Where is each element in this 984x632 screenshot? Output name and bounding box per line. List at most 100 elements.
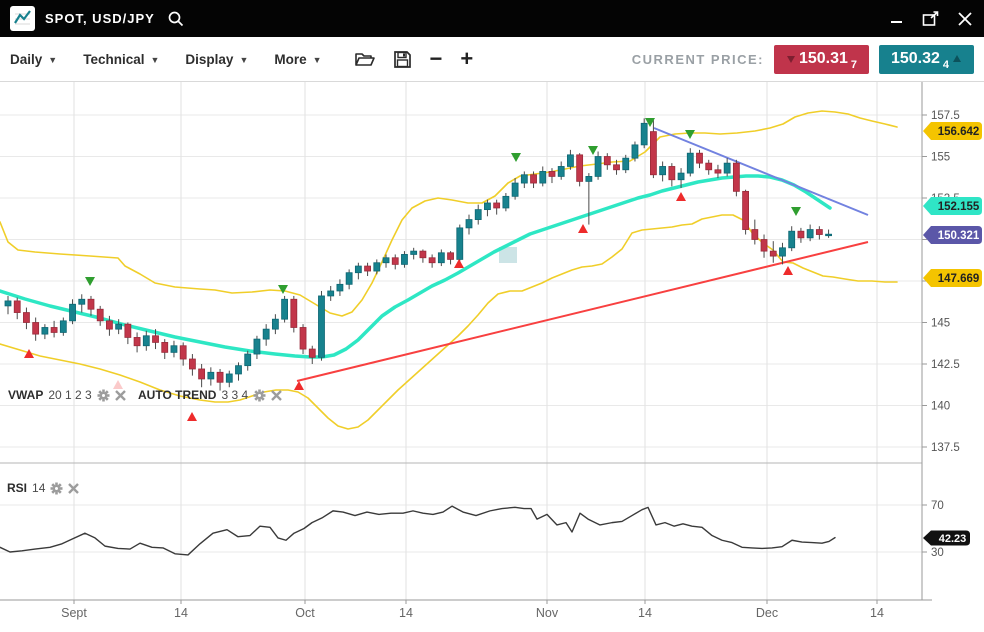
candle-body (134, 337, 140, 345)
candle-body (143, 336, 149, 346)
axis-label: 30 (931, 547, 944, 559)
price-chart-canvas[interactable]: 157.5155152.5150147.5145142.5140137.5703… (0, 82, 984, 627)
candle-body (826, 234, 832, 236)
axis-label: Sept (61, 606, 87, 620)
candle-body (309, 349, 315, 357)
window-title: SPOT, USD/JPY (45, 11, 155, 26)
search-icon[interactable] (167, 10, 185, 28)
candle-body (153, 336, 159, 343)
candle-body (199, 369, 205, 379)
menu-technical[interactable]: Technical ▼ (83, 52, 159, 67)
axis-label: 155 (931, 152, 950, 164)
candle-body (162, 342, 168, 352)
candle-body (549, 171, 555, 176)
candle-body (245, 354, 251, 366)
candle-body (669, 166, 675, 179)
candle-body (14, 301, 20, 313)
candle-body (789, 231, 795, 248)
vwap-settings-gear-icon[interactable] (97, 389, 110, 402)
candle-body (650, 132, 656, 175)
axis-label: 150.321 (938, 230, 980, 242)
minimize-button[interactable] (888, 10, 906, 28)
zoom-out-button[interactable]: − (430, 48, 443, 70)
axis-label: Nov (536, 606, 559, 620)
candle-body (337, 284, 343, 291)
candle-body (106, 321, 112, 329)
popout-button[interactable] (922, 10, 940, 28)
axis-label: Oct (295, 606, 315, 620)
chevron-down-icon: ▼ (48, 53, 57, 65)
candle-body (586, 176, 592, 181)
candle-body (678, 173, 684, 180)
close-button[interactable] (956, 10, 974, 28)
candle-body (346, 273, 352, 285)
candle-body (567, 155, 573, 167)
rsi-remove-icon[interactable] (68, 483, 79, 494)
candle-body (420, 251, 426, 258)
candle-body (743, 191, 749, 229)
menu-display[interactable]: Display ▼ (185, 52, 248, 67)
arrow-down-icon (786, 54, 796, 64)
axis-label: 142.5 (931, 359, 960, 371)
candle-body (33, 323, 39, 335)
candle-body (457, 228, 463, 260)
candle-body (282, 299, 288, 319)
app-logo-icon (10, 6, 35, 31)
candle-body (125, 324, 131, 337)
title-bar: SPOT, USD/JPY (0, 0, 984, 37)
arrow-up-icon (952, 54, 962, 64)
candle-body (761, 240, 767, 252)
zoom-in-button[interactable]: + (460, 48, 473, 70)
candle-body (272, 319, 278, 329)
candle-body (116, 324, 122, 329)
candle-body (226, 374, 232, 382)
candle-body (632, 145, 638, 158)
axis-label: 14 (174, 606, 188, 620)
chevron-down-icon: ▼ (313, 53, 322, 65)
open-folder-icon[interactable] (354, 50, 375, 68)
candle-body (466, 220, 472, 228)
candle-body (355, 266, 361, 273)
menu-daily[interactable]: Daily ▼ (10, 52, 57, 67)
candle-body (484, 203, 490, 210)
candle-body (733, 163, 739, 191)
axis-label: 70 (931, 500, 944, 512)
candle-body (79, 299, 85, 304)
vwap-remove-icon[interactable] (115, 390, 126, 401)
candle-body (300, 327, 306, 349)
candle-body (770, 251, 776, 256)
candle-body (641, 123, 647, 145)
candle-body (798, 231, 804, 238)
candle-body (365, 266, 371, 271)
axis-label: 145 (931, 318, 950, 330)
candle-body (724, 163, 730, 173)
rsi-indicator-label: RSI 14 (7, 481, 79, 495)
candle-body (521, 175, 527, 183)
candle-body (429, 258, 435, 263)
ask-price: 150.32 4 (879, 45, 974, 74)
candle-body (411, 251, 417, 254)
auto-trend-remove-icon[interactable] (271, 390, 282, 401)
candle-body (438, 253, 444, 263)
axis-label: 137.5 (931, 442, 960, 454)
candle-body (208, 372, 214, 379)
auto-trend-indicator-label: AUTO TREND 3 3 4 (138, 388, 282, 402)
bid-price: 150.31 7 (774, 45, 869, 74)
candle-body (577, 155, 583, 182)
candle-body (540, 171, 546, 183)
save-icon[interactable] (393, 50, 412, 69)
current-price-label: CURRENT PRICE: (632, 52, 764, 67)
candle-body (706, 163, 712, 170)
candle-body (614, 165, 620, 170)
menu-more[interactable]: More ▼ (274, 52, 321, 67)
candle-body (752, 230, 758, 240)
rsi-settings-gear-icon[interactable] (50, 482, 63, 495)
candle-body (374, 263, 380, 271)
candle-body (807, 230, 813, 238)
candle-body (512, 183, 518, 196)
auto-trend-settings-gear-icon[interactable] (253, 389, 266, 402)
toolbar: Daily ▼ Technical ▼ Display ▼ More ▼ − +… (0, 37, 984, 82)
candle-body (88, 299, 94, 309)
candle-body (503, 196, 509, 208)
candle-body (494, 203, 500, 208)
